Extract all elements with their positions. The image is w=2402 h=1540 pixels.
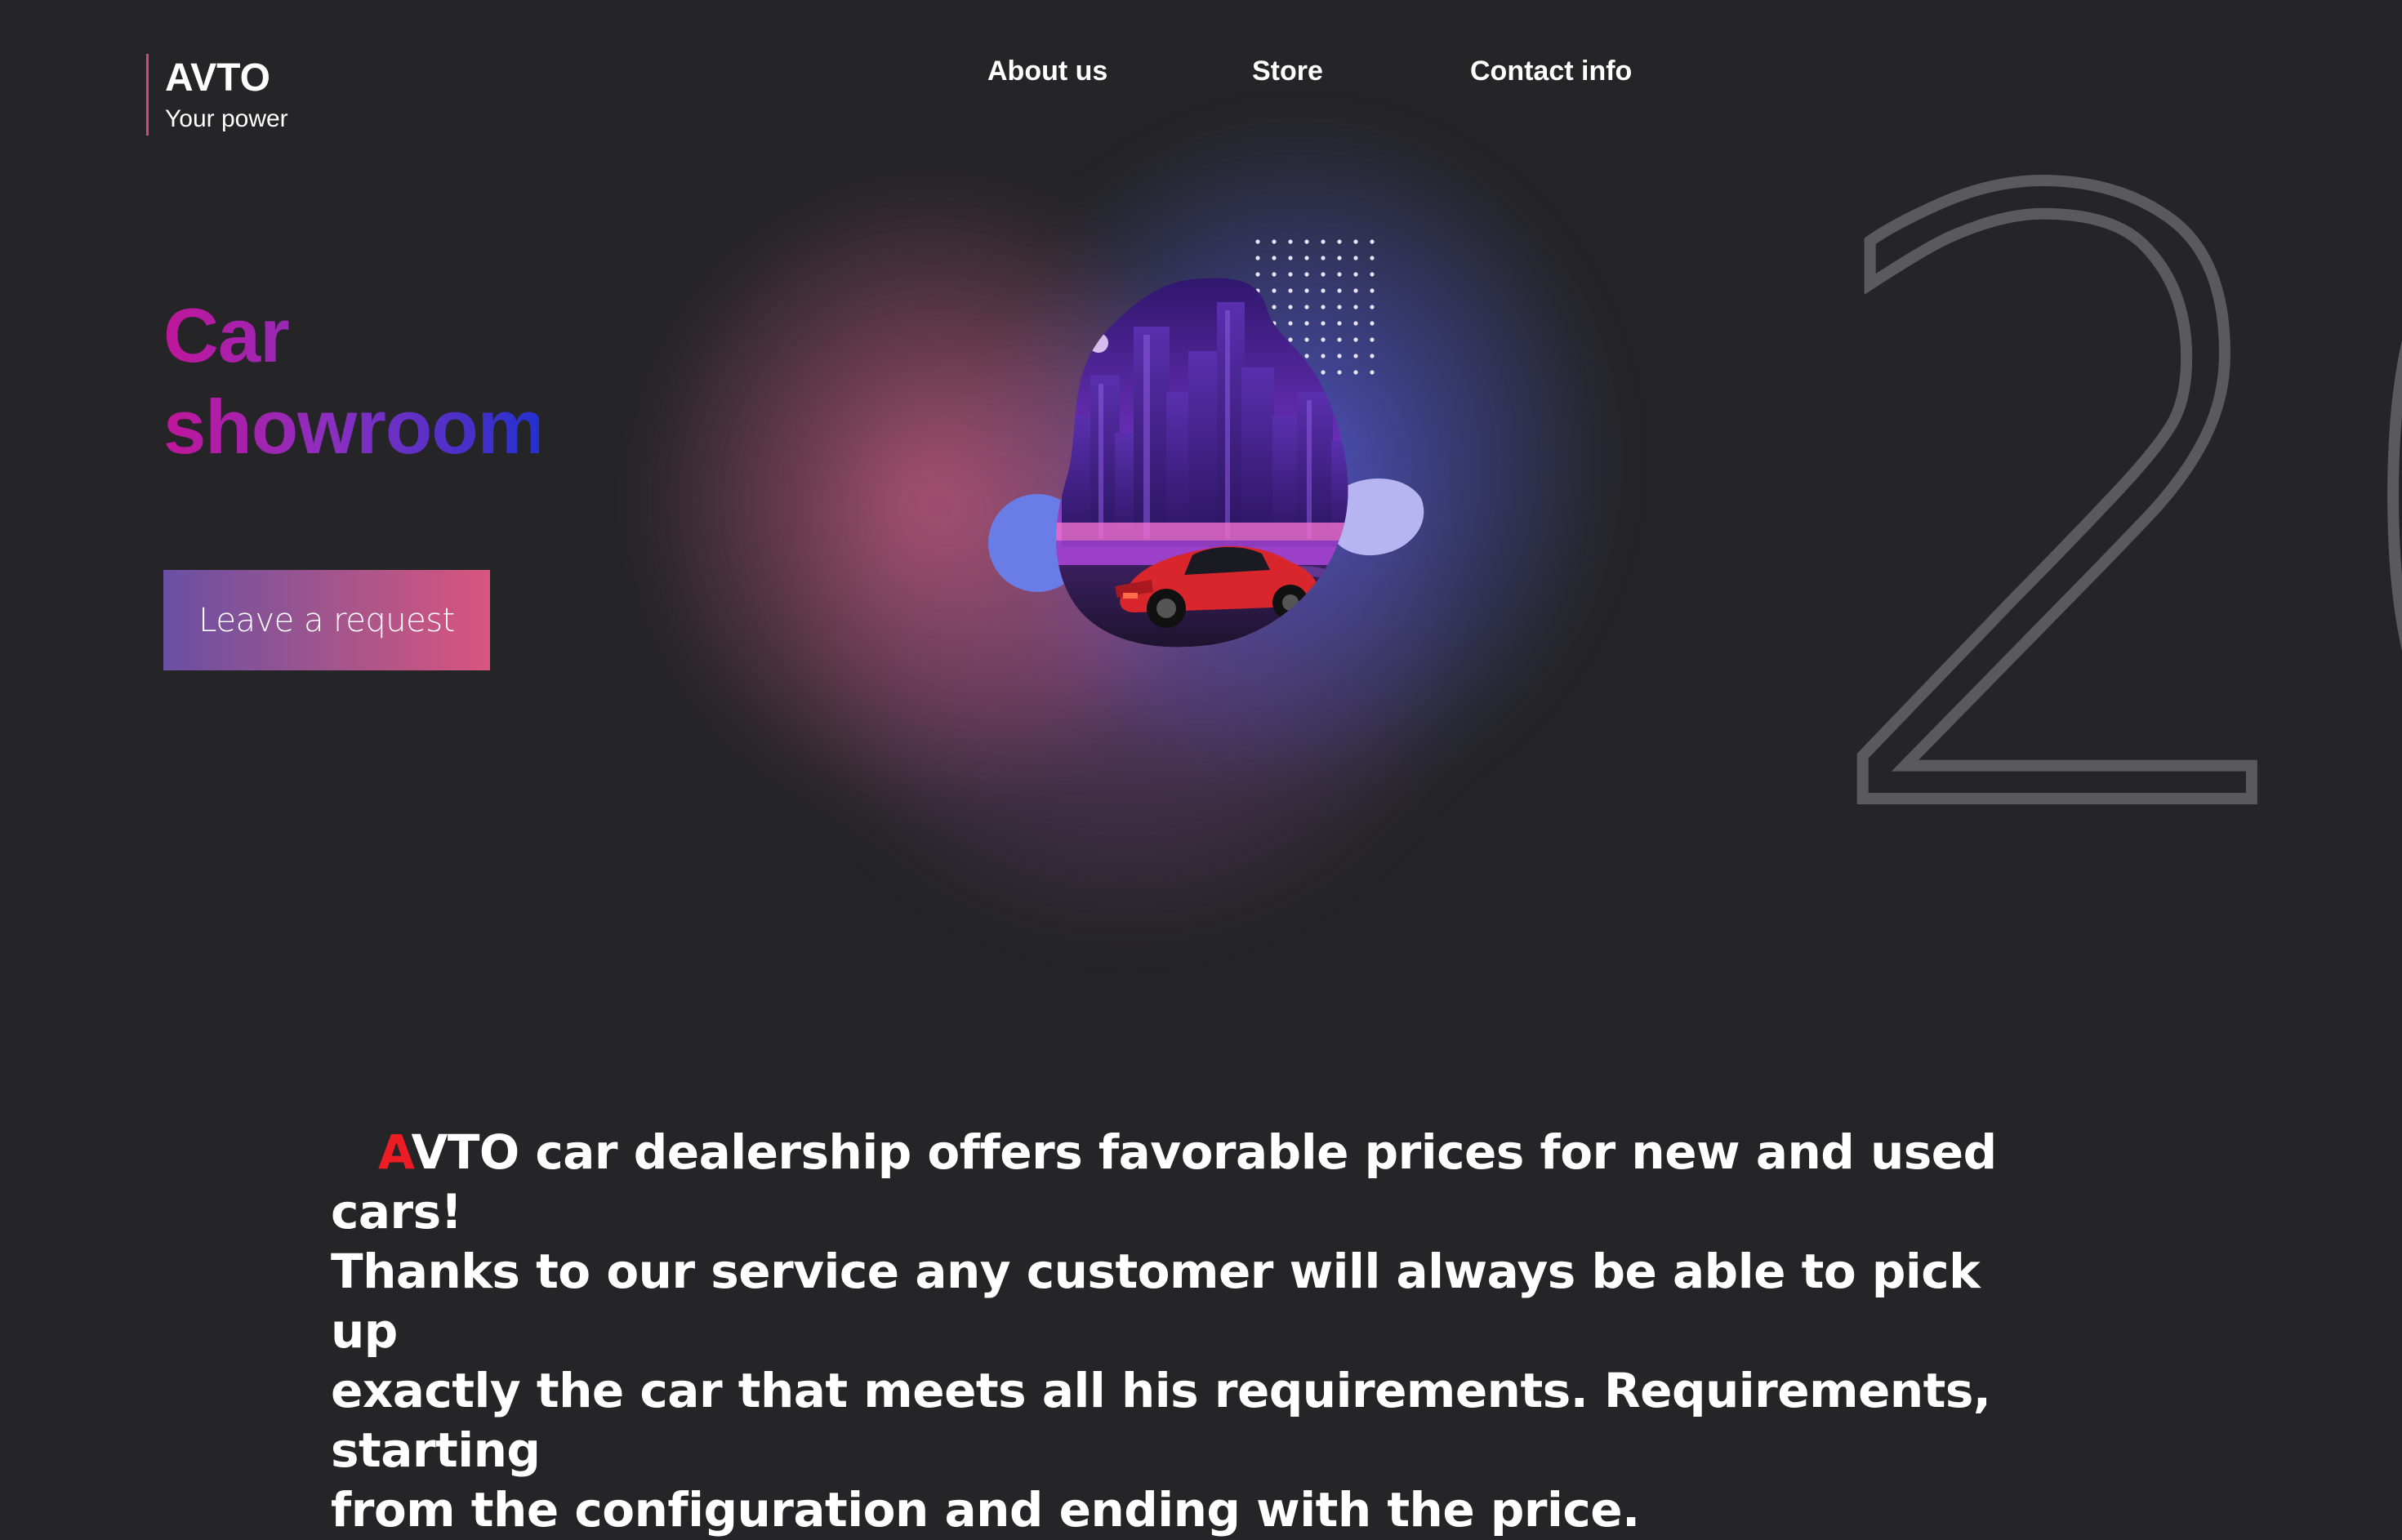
nav-store[interactable]: Store: [1252, 56, 1323, 87]
leave-request-button[interactable]: Leave a request: [163, 570, 490, 670]
dealership-description: AVTO car dealership offers favorable pri…: [331, 1123, 2046, 1540]
city-scene: [1055, 278, 1348, 648]
description-line-2: Thanks to our service any customer will …: [331, 1244, 1981, 1359]
car-city-illustration: [988, 239, 1424, 648]
hero-illustration: [947, 229, 1437, 686]
brand-subtitle: Your power: [165, 105, 288, 132]
hero-title: Car showroom: [163, 290, 546, 473]
decorative-number: 20: [1799, 25, 2402, 995]
hero-title-line-1: Car: [163, 290, 539, 381]
hero-title-line-2: showroom: [163, 381, 546, 473]
nav-about-us[interactable]: About us: [987, 56, 1107, 87]
description-line-4: from the configuration and ending with t…: [331, 1482, 1640, 1538]
description-accent-letter: A: [378, 1124, 412, 1180]
nav-contact-info[interactable]: Contact info: [1470, 56, 1632, 87]
description-line-3: exactly the car that meets all his requi…: [331, 1363, 1991, 1478]
description-line-1: VTO car dealership offers favorable pric…: [331, 1124, 1997, 1240]
